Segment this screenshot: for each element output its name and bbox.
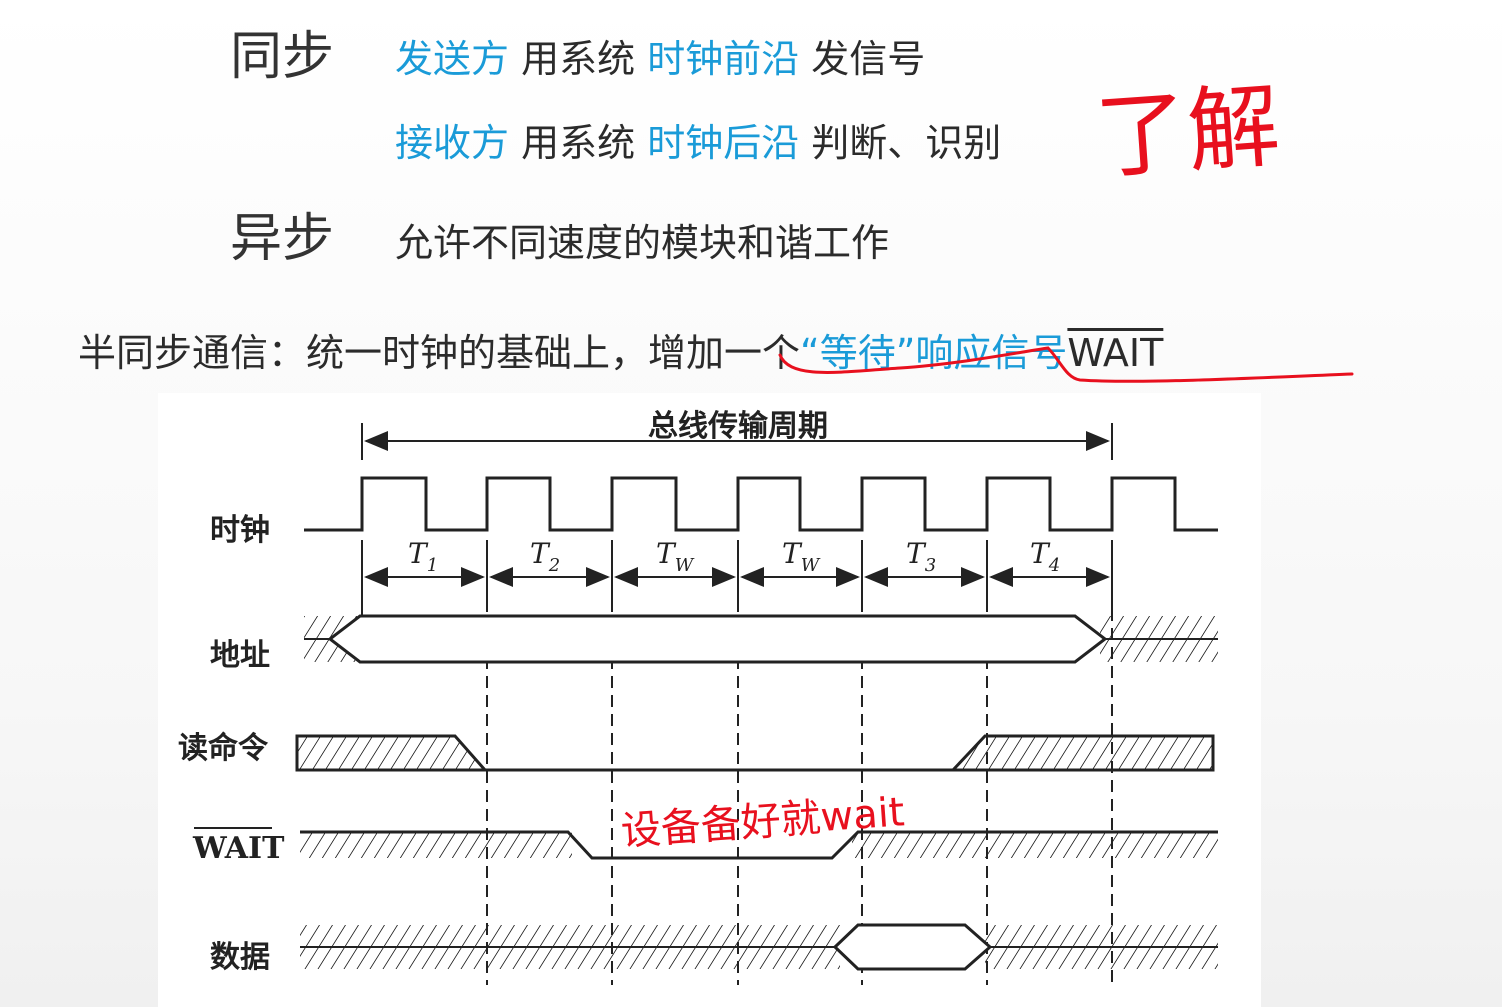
wait-hatch-left <box>300 832 572 858</box>
address-valid-window <box>327 614 1108 664</box>
read-command-high-right <box>949 734 1215 772</box>
bus-cycle-title: 总线传输周期 <box>648 409 828 444</box>
data-valid-window <box>832 923 993 971</box>
diagram-background <box>158 393 1261 1007</box>
read-command-high-left <box>295 734 489 772</box>
signal-clock-label: 时钟 <box>210 513 270 548</box>
signal-address-label: 地址 <box>210 638 270 673</box>
signal-read-command-label: 读命令 <box>178 731 269 766</box>
handwritten-margin-note: 了解 <box>1092 72 1283 192</box>
wait-hatch-right <box>852 832 1218 858</box>
timing-diagram: 总线传输周期 时钟 地址 读命令 WAIT 数据 T1 T2 TW TW T3 … <box>158 72 1354 1007</box>
handwritten-underline <box>778 346 1354 383</box>
signal-wait-label: WAIT <box>192 831 285 866</box>
signal-data-label: 数据 <box>210 940 270 975</box>
